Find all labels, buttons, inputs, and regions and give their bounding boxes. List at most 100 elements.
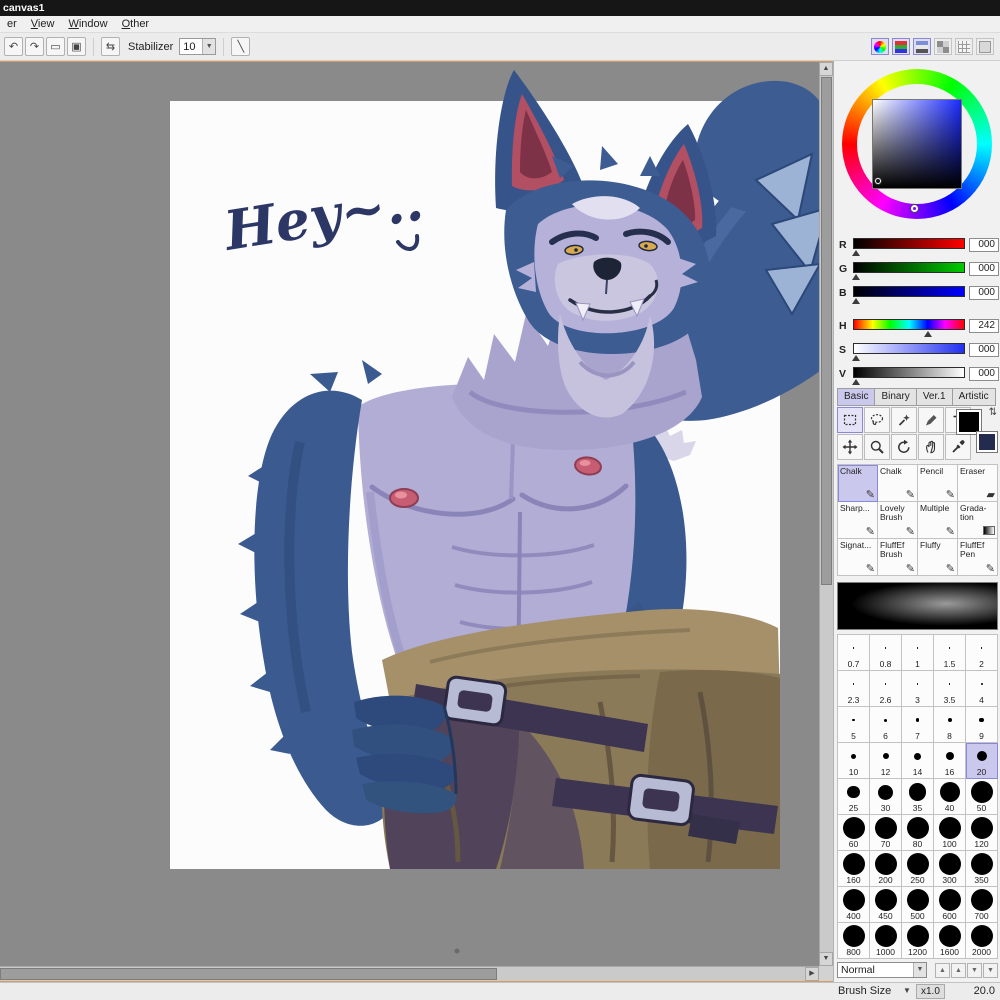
tab-binary[interactable]: Binary — [874, 388, 916, 406]
slider-bar-s[interactable] — [852, 342, 965, 361]
tab-basic[interactable]: Basic — [837, 388, 875, 406]
scratchpad-panel-icon[interactable] — [976, 38, 994, 55]
titlebar[interactable]: canvas1 — [0, 0, 1000, 16]
brush-size-1.5[interactable]: 1.5 — [934, 635, 966, 671]
slider-value-b[interactable]: 000 — [969, 286, 999, 300]
swap-colors-icon[interactable]: ⇅ — [989, 407, 997, 418]
brush-size-700[interactable]: 700 — [966, 887, 998, 923]
brush-size-450[interactable]: 450 — [870, 887, 902, 923]
brush-size-10[interactable]: 10 — [838, 743, 870, 779]
lasso-tool-button[interactable] — [864, 407, 890, 433]
brush-lovelybrush[interactable]: Lovely Brush ✎ — [878, 502, 918, 539]
brush-size-350[interactable]: 350 — [966, 851, 998, 887]
horizontal-scrollbar[interactable]: ▶ — [0, 966, 819, 981]
slider-value-h[interactable]: 242 — [969, 319, 999, 333]
menu-item-view[interactable]: View — [24, 17, 62, 31]
brush-signat[interactable]: Signat... ✎ — [838, 539, 878, 576]
brush-pencil[interactable]: Pencil ✎ — [918, 465, 958, 502]
artwork-canvas[interactable]: Hey~.. — [0, 62, 819, 968]
stabilizer-value-box[interactable]: 10 ▼ — [179, 38, 217, 55]
layer-bottom-button[interactable]: ▼ — [983, 962, 998, 978]
brush-size-3.5[interactable]: 3.5 — [934, 671, 966, 707]
brush-size-2.3[interactable]: 2.3 — [838, 671, 870, 707]
brush-size-250[interactable]: 250 — [902, 851, 934, 887]
move-tool-button[interactable] — [837, 434, 863, 460]
brush-size-50[interactable]: 50 — [966, 779, 998, 815]
brush-size-300[interactable]: 300 — [934, 851, 966, 887]
tab-artistic[interactable]: Artistic — [951, 388, 996, 406]
redo-button[interactable]: ↷ — [25, 37, 44, 56]
brush-size-30[interactable]: 30 — [870, 779, 902, 815]
slider-bar-b[interactable] — [852, 285, 965, 304]
layer-up-button[interactable]: ▲ — [951, 962, 966, 978]
slider-value-g[interactable]: 000 — [969, 262, 999, 276]
undo-button[interactable]: ↶ — [4, 37, 23, 56]
scroll-down-button[interactable]: ▼ — [819, 952, 833, 966]
slider-bar-h[interactable] — [853, 318, 965, 337]
zoom-tool-button[interactable] — [864, 434, 890, 460]
brush-size-14[interactable]: 14 — [902, 743, 934, 779]
menu-item-other[interactable]: Other — [115, 17, 157, 31]
line-tool-button[interactable]: ╲ — [231, 37, 251, 56]
brush-scale-button[interactable]: x1.0 — [916, 984, 945, 999]
menu-item-window[interactable]: Window — [61, 17, 114, 31]
slider-value-s[interactable]: 000 — [969, 343, 999, 357]
brush-size-100[interactable]: 100 — [934, 815, 966, 851]
brush-size-1000[interactable]: 1000 — [870, 923, 902, 959]
brush-size-400[interactable]: 400 — [838, 887, 870, 923]
brush-size-0.7[interactable]: 0.7 — [838, 635, 870, 671]
brush-size-1200[interactable]: 1200 — [902, 923, 934, 959]
brush-size-9[interactable]: 9 — [966, 707, 998, 743]
menu-item-er[interactable]: er — [0, 17, 24, 31]
brush-chalk[interactable]: Chalk ✎ — [878, 465, 918, 502]
brush-size-160[interactable]: 160 — [838, 851, 870, 887]
rgb-slider-panel-icon[interactable] — [892, 38, 910, 55]
blend-mode-select[interactable]: Normal ▼ — [837, 962, 927, 978]
custom-palette-panel-icon[interactable] — [955, 38, 973, 55]
hand-tool-button[interactable] — [918, 434, 944, 460]
brush-size-600[interactable]: 600 — [934, 887, 966, 923]
brush-size-dropdown-icon[interactable]: ▼ — [903, 986, 911, 995]
brush-size-40[interactable]: 40 — [934, 779, 966, 815]
brush-size-25[interactable]: 25 — [838, 779, 870, 815]
brush-size-500[interactable]: 500 — [902, 887, 934, 923]
vertical-scrollbar[interactable] — [819, 62, 833, 968]
brush-size-16[interactable]: 16 — [934, 743, 966, 779]
scroll-up-button[interactable]: ▲ — [819, 62, 833, 76]
marquee-tool-button[interactable] — [837, 407, 863, 433]
stabilizer-dropdown-icon[interactable]: ▼ — [202, 39, 216, 54]
hue-ring[interactable] — [842, 69, 992, 219]
brush-size-0.8[interactable]: 0.8 — [870, 635, 902, 671]
brush-fluffefbrush[interactable]: FluffEf Brush ✎ — [878, 539, 918, 576]
brush-size-70[interactable]: 70 — [870, 815, 902, 851]
brush-size-120[interactable]: 120 — [966, 815, 998, 851]
slider-bar-r[interactable] — [852, 237, 965, 256]
color-wheel[interactable] — [842, 69, 992, 219]
brush-multiple[interactable]: Multiple ✎ — [918, 502, 958, 539]
layer-down-button[interactable]: ▼ — [967, 962, 982, 978]
saturation-value-square[interactable] — [872, 99, 962, 189]
brush-fluffy[interactable]: Fluffy ✎ — [918, 539, 958, 576]
horizontal-scroll-thumb[interactable] — [0, 968, 497, 980]
brush-size-20[interactable]: 20 — [966, 743, 998, 779]
slider-bar-v[interactable] — [852, 366, 965, 385]
mixer-panel-icon[interactable] — [913, 38, 931, 55]
brush-size-4[interactable]: 4 — [966, 671, 998, 707]
brush-size-8[interactable]: 8 — [934, 707, 966, 743]
select-none-button[interactable]: ▭ — [46, 37, 65, 56]
swatches-panel-icon[interactable] — [934, 38, 952, 55]
brush-chalk[interactable]: Chalk ✎ — [838, 465, 878, 502]
brush-size-1600[interactable]: 1600 — [934, 923, 966, 959]
brush-size-800[interactable]: 800 — [838, 923, 870, 959]
scroll-right-button[interactable]: ▶ — [805, 967, 819, 981]
slider-value-r[interactable]: 000 — [969, 238, 999, 252]
magic-wand-tool-button[interactable] — [891, 407, 917, 433]
tab-ver1[interactable]: Ver.1 — [915, 388, 952, 406]
vertical-scroll-thumb[interactable] — [821, 77, 832, 585]
brush-sharp[interactable]: Sharp... ✎ — [838, 502, 878, 539]
brush-fluffefpen[interactable]: FluffEf Pen ✎ — [958, 539, 998, 576]
select-invert-button[interactable]: ▣ — [67, 37, 86, 56]
brush-size-1[interactable]: 1 — [902, 635, 934, 671]
slider-bar-g[interactable] — [852, 261, 965, 280]
brush-size-3[interactable]: 3 — [902, 671, 934, 707]
